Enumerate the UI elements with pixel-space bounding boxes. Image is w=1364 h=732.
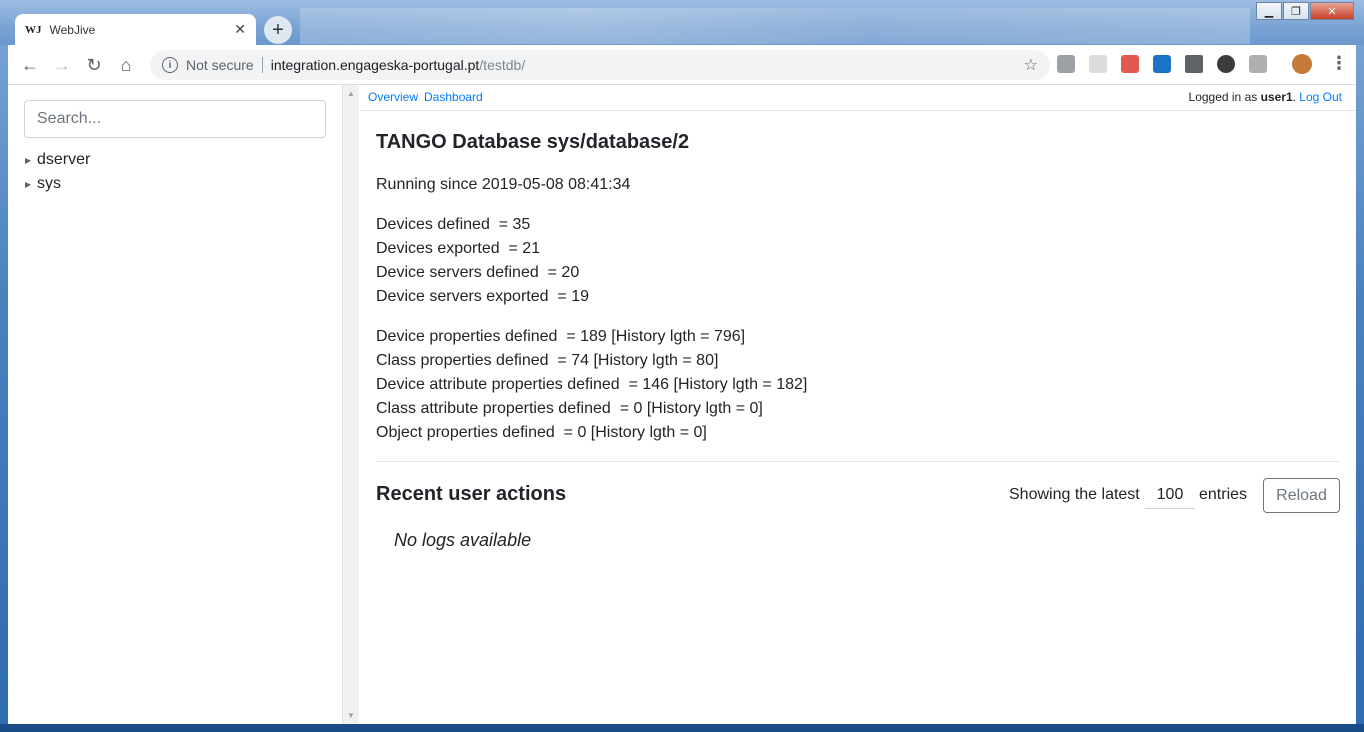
taskbar-strip <box>0 724 1364 732</box>
home-icon[interactable]: ⌂ <box>110 49 142 81</box>
property-line: Device properties defined = 189 [History… <box>376 328 746 345</box>
extension-icon[interactable] <box>1057 55 1075 73</box>
close-icon[interactable]: ✕ <box>1310 2 1354 20</box>
entries-count-input[interactable] <box>1145 482 1195 509</box>
overview-link[interactable]: Overview <box>368 90 418 104</box>
drive-icon[interactable] <box>1185 55 1203 73</box>
browser-window: WJ WebJive ✕ + ▁ ❐ ✕ ← → ↻ ⌂ i Not secur… <box>0 0 1364 732</box>
url-path: /testdb/ <box>479 57 526 73</box>
tree-item-dserver[interactable]: ▶ dserver <box>25 148 90 172</box>
device-tree: ▶ dserver ▶ sys <box>25 148 90 196</box>
extension-icon[interactable] <box>1153 55 1171 73</box>
bookmark-star-icon[interactable]: ☆ <box>1024 55 1038 75</box>
omnibox-divider <box>261 57 263 73</box>
stat-line: Devices exported = 21 <box>376 240 541 257</box>
url-host: integration.engageska-portugal.pt <box>270 57 480 73</box>
tree-item-label: sys <box>37 175 61 192</box>
caret-right-icon[interactable]: ▶ <box>25 180 37 189</box>
maximize-icon[interactable]: ❐ <box>1283 2 1309 20</box>
browser-tab[interactable]: WJ WebJive ✕ <box>15 14 256 45</box>
menu-kebab-icon[interactable]: ⋮ <box>1330 53 1348 74</box>
recent-actions-title: Recent user actions <box>376 483 567 505</box>
login-status: Logged in as user1. Log Out <box>1188 90 1342 104</box>
extension-icon[interactable] <box>1089 55 1107 73</box>
running-since: Running since 2019-05-08 08:41:34 <box>376 176 631 193</box>
stat-line: Device servers defined = 20 <box>376 264 580 281</box>
webjive-favicon-icon: WJ <box>25 23 42 36</box>
avatar[interactable] <box>1292 54 1312 74</box>
reload-icon[interactable]: ↻ <box>78 49 110 81</box>
background-windows <box>300 8 1250 44</box>
stat-line: Devices defined = 35 <box>376 216 531 233</box>
property-line: Device attribute properties defined = 14… <box>376 376 808 393</box>
main-panel: Overview Dashboard Logged in as user1. L… <box>360 85 1356 724</box>
logout-link[interactable]: Log Out <box>1299 90 1342 104</box>
page-title: TANGO Database sys/database/2 <box>376 131 690 153</box>
entries-label: entries <box>1199 486 1248 503</box>
forward-icon[interactable]: → <box>46 49 78 81</box>
tab-title: WebJive <box>49 22 96 37</box>
title-bar: WJ WebJive ✕ + ▁ ❐ ✕ <box>0 0 1364 45</box>
showing-label: Showing the latest <box>1009 486 1140 503</box>
stat-line: Device servers exported = 19 <box>376 288 589 305</box>
tree-item-label: dserver <box>37 151 91 168</box>
plus-icon: + <box>272 18 284 41</box>
search-input[interactable] <box>24 100 326 138</box>
top-nav: Overview Dashboard Logged in as user1. L… <box>360 85 1356 111</box>
tab-close-icon[interactable]: ✕ <box>234 21 246 38</box>
cast-icon[interactable] <box>1249 55 1267 73</box>
scroll-up-icon[interactable]: ▲ <box>347 89 355 98</box>
tree-item-sys[interactable]: ▶ sys <box>25 172 90 196</box>
minimize-icon[interactable]: ▁ <box>1256 2 1282 20</box>
reload-button[interactable]: Reload <box>1263 478 1340 513</box>
extension-icon[interactable] <box>1121 55 1139 73</box>
username: user1 <box>1260 90 1293 104</box>
new-tab-button[interactable]: + <box>264 16 292 44</box>
info-icon[interactable]: i <box>162 57 178 73</box>
caret-right-icon[interactable]: ▶ <box>25 156 37 165</box>
empty-logs-message: No logs available <box>394 530 532 550</box>
section-divider <box>376 461 1340 462</box>
back-icon[interactable]: ← <box>14 49 46 81</box>
property-line: Class properties defined = 74 [History l… <box>376 352 719 369</box>
property-line: Object properties defined = 0 [History l… <box>376 424 707 441</box>
dashboard-link[interactable]: Dashboard <box>424 90 483 104</box>
extension-icon[interactable] <box>1217 55 1235 73</box>
property-line: Class attribute properties defined = 0 [… <box>376 400 763 417</box>
logged-in-label: Logged in as <box>1188 90 1258 104</box>
security-label: Not secure <box>186 57 254 73</box>
address-bar[interactable]: i Not secure integration.engageska-portu… <box>150 50 1050 80</box>
page-content: ▶ dserver ▶ sys ▲ ▼ Overview Dashboard L… <box>8 85 1356 724</box>
sidebar-scrollbar[interactable]: ▲ ▼ <box>342 85 359 724</box>
browser-toolbar: ← → ↻ ⌂ i Not secure integration.engages… <box>8 45 1356 85</box>
scroll-down-icon[interactable]: ▼ <box>347 711 355 720</box>
sidebar: ▶ dserver ▶ sys <box>8 85 342 724</box>
